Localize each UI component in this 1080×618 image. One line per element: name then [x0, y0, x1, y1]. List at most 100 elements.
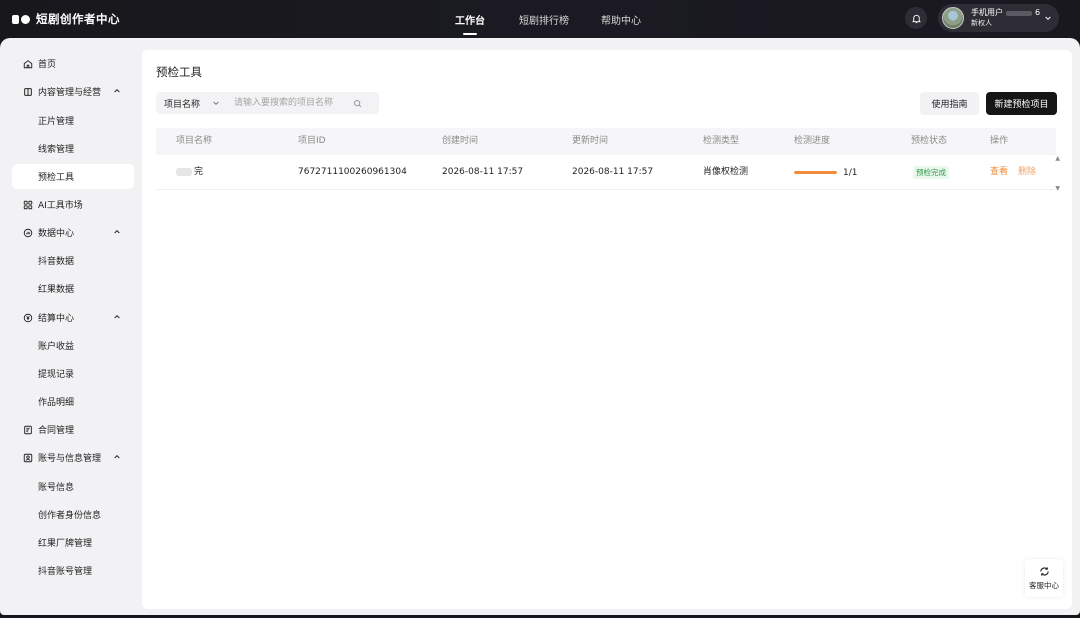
sidebar-item-label: 抖音数据 [38, 257, 75, 267]
sidebar-item-label: 内容管理与经营 [38, 88, 102, 98]
guide-button[interactable]: 使用指南 [920, 92, 979, 115]
sidebar-item-label: 正片管理 [38, 117, 75, 127]
bell-icon [911, 14, 921, 23]
scroll-up-arrow[interactable]: ▲ [1055, 155, 1060, 162]
table-header: 项目名称 项目ID 创建时间 更新时间 检测类型 检测进度 预检状态 操作 [156, 128, 1056, 155]
sidebar-item-douyin-data[interactable]: 抖音数据 [12, 248, 134, 273]
nav-tab-ranking[interactable]: 短剧排行榜 [519, 12, 569, 27]
sidebar-item-label: 账号信息 [38, 483, 75, 493]
project-name-redacted [176, 167, 192, 176]
search-icon[interactable] [353, 99, 362, 108]
status-badge: 预检完成 [913, 166, 949, 179]
column-header: 项目名称 [176, 136, 213, 146]
check-progress: 1/1 [794, 155, 857, 190]
column-header: 检测进度 [794, 136, 831, 146]
user-level: 新权人 [971, 19, 992, 27]
sidebar-item-label: 账户收益 [38, 342, 75, 352]
view-link[interactable]: 查看 [990, 155, 1008, 190]
sidebar-item-home[interactable]: 首页 [12, 51, 134, 76]
column-header: 预检状态 [911, 136, 948, 146]
sidebar-item-creator-identity[interactable]: 创作者身份信息 [12, 502, 134, 527]
sidebar-item-withdraw-records[interactable]: 提现记录 [12, 361, 134, 386]
user-name-redacted [1006, 10, 1032, 16]
sidebar-item-episodes[interactable]: 正片管理 [12, 108, 134, 133]
column-header: 检测类型 [703, 136, 740, 146]
created-time: 2026-08-11 17:57 [442, 167, 524, 177]
chevron-down-icon [1045, 16, 1051, 21]
nav-tab-help[interactable]: 帮助中心 [601, 12, 641, 27]
grid-icon [22, 199, 33, 210]
sidebar-group-data[interactable]: 数据中心 [12, 220, 134, 245]
sidebar-item-works-detail[interactable]: 作品明细 [12, 389, 134, 414]
project-name-cell: 完 [176, 155, 203, 190]
delete-link[interactable]: 删除 [1018, 155, 1036, 190]
chevron-up-icon [114, 454, 120, 459]
sidebar-item-account-info[interactable]: 账号信息 [12, 474, 134, 499]
user-info: 手机用户 6 新权人 [971, 9, 1040, 27]
sidebar-item-label: AI工具市场 [38, 201, 83, 211]
nav-tab-workbench[interactable]: 工作台 [455, 12, 485, 35]
top-bar: 短剧创作者中心 工作台 短剧排行榜 帮助中心 手机用户 6 新权人 [0, 0, 1080, 38]
user-name: 手机用户 6 [971, 9, 1040, 17]
sidebar-item-label: 首页 [38, 60, 57, 70]
sidebar-item-label: 线索管理 [38, 145, 75, 155]
updated-time: 2026-08-11 17:57 [572, 167, 654, 177]
sidebar-item-label: 结算中心 [38, 314, 75, 324]
chevron-down-icon [213, 101, 219, 106]
progress-bar [794, 171, 837, 174]
avatar [942, 7, 964, 29]
column-header: 项目ID [298, 136, 326, 146]
column-header: 更新时间 [572, 136, 609, 146]
table-row[interactable]: 完 7672711100260961304 2026-08-11 17:57 2… [156, 155, 1056, 190]
content-icon [22, 86, 33, 97]
sidebar-item-hongguo-data[interactable]: 红果数据 [12, 276, 134, 301]
user-icon [22, 452, 33, 463]
project-name: 完 [194, 167, 204, 177]
user-name-suffix: 6 [1035, 8, 1041, 17]
sidebar-item-account-income[interactable]: 账户收益 [12, 333, 134, 358]
chevron-up-icon [114, 229, 120, 234]
customer-service-button[interactable]: 客服中心 [1025, 559, 1063, 597]
sidebar-item-label: 作品明细 [38, 398, 75, 408]
sidebar-group-settlement[interactable]: 结算中心 [12, 305, 134, 330]
project-id: 7672711100260961304 [298, 167, 407, 177]
scroll-down-arrow[interactable]: ▼ [1055, 185, 1060, 192]
chevron-up-icon [114, 314, 120, 319]
sidebar-item-hongguo-brand[interactable]: 红果厂牌管理 [12, 530, 134, 555]
progress-text: 1/1 [843, 167, 858, 178]
customer-service-label: 客服中心 [1029, 580, 1059, 590]
search-bar: 项目名称 [156, 92, 379, 114]
page-title: 预检工具 [156, 65, 202, 79]
sidebar-item-label: 创作者身份信息 [38, 511, 102, 521]
main-content: 预检工具 项目名称 使用指南 新建预检项目 项目名称 项目ID 创建时间 更新时… [142, 50, 1072, 609]
sidebar-item-label: 红果数据 [38, 285, 75, 295]
notification-button[interactable] [905, 7, 927, 29]
search-field-label: 项目名称 [164, 99, 201, 110]
sidebar: 首页 内容管理与经营 正片管理 线索管理 预检工具 AI工具市场 数据中心 抖音… [0, 38, 140, 615]
sidebar-item-leads[interactable]: 线索管理 [12, 136, 134, 161]
search-input[interactable] [226, 93, 351, 113]
sidebar-item-label: 账号与信息管理 [38, 454, 102, 464]
user-menu[interactable]: 手机用户 6 新权人 [938, 4, 1059, 32]
new-precheck-project-button[interactable]: 新建预检项目 [986, 92, 1057, 115]
sidebar-item-label: 提现记录 [38, 370, 75, 380]
check-type: 肖像权检测 [703, 167, 749, 177]
column-header: 创建时间 [442, 136, 479, 146]
sidebar-group-content[interactable]: 内容管理与经营 [12, 79, 134, 104]
sidebar-item-precheck-tool[interactable]: 预检工具 [12, 164, 134, 189]
home-icon [22, 58, 33, 69]
sidebar-item-label: 抖音账号管理 [38, 567, 93, 577]
projects-table: 项目名称 项目ID 创建时间 更新时间 检测类型 检测进度 预检状态 操作 完 … [156, 128, 1056, 190]
app-title: 短剧创作者中心 [36, 12, 120, 26]
coin-icon [22, 312, 33, 323]
search-field-select[interactable]: 项目名称 [156, 97, 226, 110]
app-logo[interactable]: 短剧创作者中心 [12, 10, 120, 28]
sidebar-item-douyin-account[interactable]: 抖音账号管理 [12, 558, 134, 583]
sidebar-item-contracts[interactable]: 合同管理 [12, 417, 134, 442]
contract-icon [22, 424, 33, 435]
sidebar-item-ai-market[interactable]: AI工具市场 [12, 192, 134, 217]
app-frame: 首页 内容管理与经营 正片管理 线索管理 预检工具 AI工具市场 数据中心 抖音… [0, 38, 1080, 615]
logo-icon [12, 14, 30, 24]
sidebar-group-account[interactable]: 账号与信息管理 [12, 445, 134, 470]
chevron-up-icon [114, 88, 120, 93]
